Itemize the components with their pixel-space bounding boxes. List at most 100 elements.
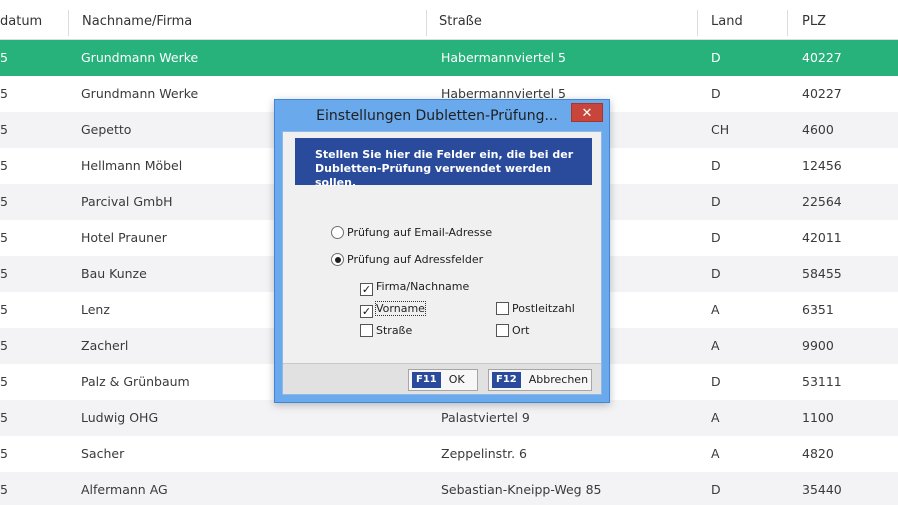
- checkbox-ort[interactable]: Ort: [496, 324, 530, 340]
- table-row[interactable]: 5 Ludwig OHG Palastviertel 9 A 1100: [0, 400, 898, 436]
- cell-zip: 42011: [802, 230, 842, 245]
- checkbox-unchecked[interactable]: [360, 324, 373, 337]
- cell-date: 5: [0, 158, 8, 173]
- cell-country: A: [711, 446, 720, 461]
- cell-zip: 22564: [802, 194, 842, 209]
- checkbox-label: Firma/Nachname: [376, 280, 470, 293]
- cell-country: D: [711, 266, 721, 281]
- checkbox-label: Straße: [376, 324, 413, 337]
- column-divider[interactable]: [787, 10, 788, 36]
- button-label: OK: [448, 373, 465, 386]
- radio-button-selected[interactable]: [331, 253, 344, 266]
- checkbox-strasse[interactable]: Straße: [360, 324, 412, 340]
- checkbox-vorname[interactable]: ✓ Vorname: [360, 301, 426, 318]
- cell-name: Alfermann AG: [81, 482, 168, 497]
- checkbox-unchecked[interactable]: [496, 324, 509, 337]
- cell-zip: 58455: [802, 266, 842, 281]
- cell-country: D: [711, 482, 721, 497]
- radio-email-check[interactable]: Prüfung auf Email-Adresse: [331, 226, 492, 242]
- cell-name: Ludwig OHG: [81, 410, 159, 425]
- ok-button[interactable]: F11 OK: [408, 369, 478, 391]
- banner-text-line: Stellen Sie hier die Felder ein, die bei…: [315, 148, 574, 161]
- checkbox-firma-nachname[interactable]: ✓ Firma/Nachname: [360, 280, 469, 296]
- table-row[interactable]: 5 Grundmann Werke Habermannviertel 5 D 40227: [0, 40, 898, 76]
- cell-name: Zacherl: [81, 338, 129, 353]
- info-banner: Stellen Sie hier die Felder ein, die bei…: [295, 138, 592, 189]
- cell-date: 5: [0, 374, 8, 389]
- cell-name: Lenz: [81, 302, 110, 317]
- cell-zip: 1100: [802, 410, 834, 425]
- checkbox-label: Postleitzahl: [512, 302, 575, 315]
- cell-date: 5: [0, 194, 8, 209]
- column-header-zip[interactable]: PLZ: [802, 0, 826, 40]
- column-divider[interactable]: [426, 10, 427, 36]
- cell-country: CH: [711, 122, 730, 137]
- cell-name: Hellmann Möbel: [81, 158, 183, 173]
- cell-date: 5: [0, 266, 8, 281]
- cell-name: Bau Kunze: [81, 266, 147, 281]
- cell-country: D: [711, 158, 721, 173]
- checkbox-unchecked[interactable]: [496, 302, 509, 315]
- cell-zip: 35440: [802, 482, 842, 497]
- cancel-button[interactable]: F12 Abbrechen: [488, 369, 592, 391]
- cell-name: Parcival GmbH: [81, 194, 173, 209]
- column-header-street[interactable]: Straße: [439, 0, 482, 40]
- shortcut-badge: F12: [492, 372, 521, 388]
- cell-date: 5: [0, 230, 8, 245]
- column-header-name[interactable]: Nachname/Firma: [82, 0, 192, 40]
- cell-date: 5: [0, 302, 8, 317]
- table-header: datum Nachname/Firma Straße Land PLZ: [0, 0, 898, 40]
- cell-country: D: [711, 86, 721, 101]
- close-icon: ✕: [581, 106, 593, 121]
- checkbox-checked[interactable]: ✓: [360, 283, 373, 296]
- cell-street: Sebastian-Kneipp-Weg 85: [441, 482, 602, 497]
- radio-label: Prüfung auf Adressfelder: [347, 253, 484, 266]
- cell-zip: 12456: [802, 158, 842, 173]
- cell-country: D: [711, 194, 721, 209]
- cell-name: Grundmann Werke: [81, 50, 199, 65]
- cell-street: Zeppelinstr. 6: [441, 446, 527, 461]
- cell-country: A: [711, 302, 720, 317]
- cell-date: 5: [0, 50, 8, 65]
- cell-street: Palastviertel 9: [441, 410, 530, 425]
- dialog-content: Stellen Sie hier die Felder ein, die bei…: [282, 131, 602, 395]
- table-row[interactable]: 5 Sacher Zeppelinstr. 6 A 4820: [0, 436, 898, 472]
- cell-name: Hotel Prauner: [81, 230, 167, 245]
- cell-date: 5: [0, 86, 8, 101]
- cell-date: 5: [0, 410, 8, 425]
- cell-zip: 6351: [802, 302, 834, 317]
- cell-name: Sacher: [81, 446, 125, 461]
- shortcut-badge: F11: [412, 372, 441, 388]
- cell-zip: 40227: [802, 50, 842, 65]
- cell-country: D: [711, 230, 721, 245]
- cell-date: 5: [0, 482, 8, 497]
- dialog-footer: F11 OK F12 Abbrechen: [283, 363, 601, 394]
- cell-date: 5: [0, 446, 8, 461]
- duplicate-check-dialog: Einstellungen Dubletten-Prüfung... ✕ Ste…: [274, 99, 610, 403]
- checkbox-checked[interactable]: ✓: [360, 305, 373, 318]
- cell-street: Habermannviertel 5: [441, 50, 566, 65]
- cell-zip: 9900: [802, 338, 834, 353]
- column-header-date[interactable]: datum: [0, 0, 42, 40]
- cell-zip: 40227: [802, 86, 842, 101]
- close-button[interactable]: ✕: [571, 103, 603, 122]
- table-row[interactable]: 5 Alfermann AG Sebastian-Kneipp-Weg 85 D 354…: [0, 472, 898, 505]
- banner-text-line: Dubletten-Prüfung verwendet werden solle…: [315, 162, 552, 189]
- checkbox-label: Ort: [512, 324, 530, 337]
- checkbox-postleitzahl[interactable]: Postleitzahl: [496, 302, 575, 318]
- cell-country: A: [711, 338, 720, 353]
- cell-country: D: [711, 50, 721, 65]
- dialog-title: Einstellungen Dubletten-Prüfung...: [316, 108, 558, 124]
- cell-date: 5: [0, 122, 8, 137]
- cell-zip: 4820: [802, 446, 834, 461]
- cell-date: 5: [0, 338, 8, 353]
- cell-name: Palz & Grünbaum: [81, 374, 190, 389]
- column-header-country[interactable]: Land: [711, 0, 743, 40]
- radio-button[interactable]: [331, 226, 344, 239]
- checkbox-label: Vorname: [375, 301, 426, 316]
- column-divider[interactable]: [68, 10, 69, 36]
- column-divider[interactable]: [697, 10, 698, 36]
- button-label: Abbrechen: [528, 373, 589, 386]
- cell-name: Grundmann Werke: [81, 86, 199, 101]
- radio-address-check[interactable]: Prüfung auf Adressfelder: [331, 253, 483, 269]
